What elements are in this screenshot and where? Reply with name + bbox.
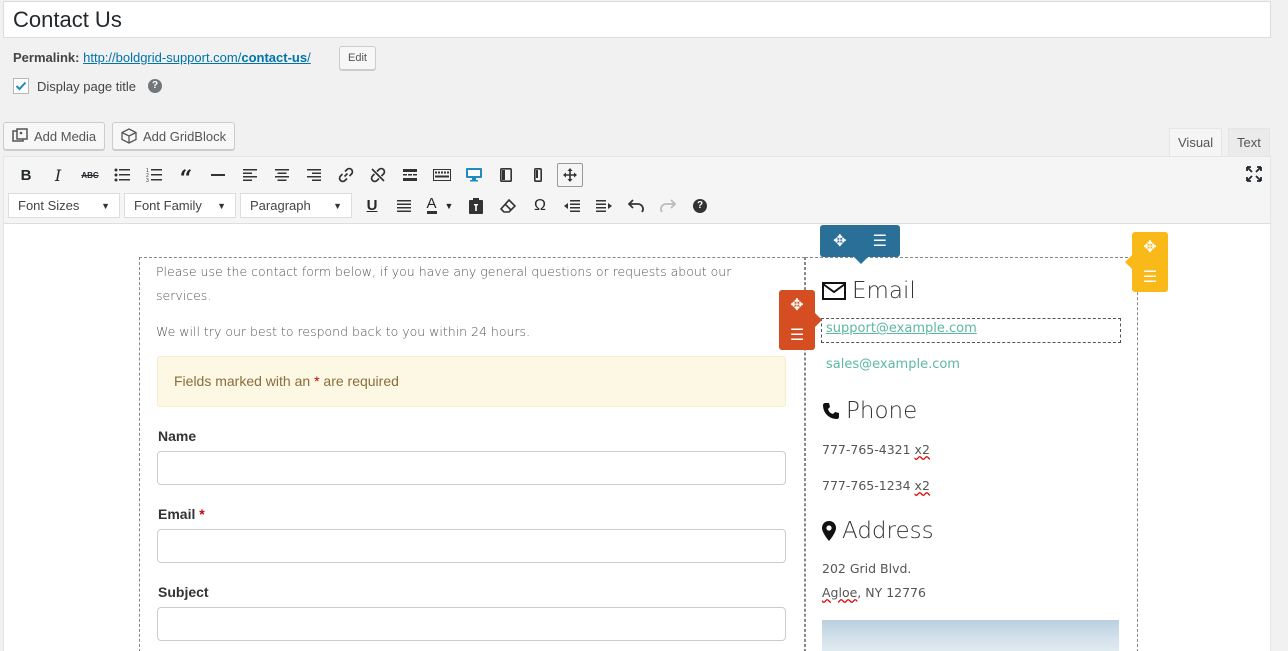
- edit-permalink-button[interactable]: Edit: [339, 46, 376, 70]
- text-color-icon[interactable]: A ▼: [420, 194, 460, 218]
- map-image: [822, 620, 1119, 651]
- redo-icon[interactable]: [652, 194, 684, 218]
- read-more-icon[interactable]: [394, 163, 426, 187]
- font-family-select[interactable]: Font Family ▼: [124, 193, 236, 218]
- content-controls[interactable]: ✥ ☰: [1125, 232, 1168, 292]
- underline-icon[interactable]: U: [356, 194, 388, 218]
- sales-email-link[interactable]: sales@example.com: [826, 357, 960, 372]
- help-icon[interactable]: ?: [148, 79, 162, 93]
- cube-icon: [121, 128, 137, 144]
- intro-text: Please use the contact form below, if yo…: [156, 264, 732, 279]
- fullscreen-icon[interactable]: [1246, 166, 1262, 186]
- display-title-label: Display page title: [37, 78, 136, 94]
- justify-icon[interactable]: [388, 194, 420, 218]
- address-city: Agloe, NY 12776: [822, 585, 926, 600]
- envelope-icon: [822, 282, 846, 300]
- paste-text-icon[interactable]: [460, 194, 492, 218]
- editor: B I ABC 123 “ Font Sizes ▼ Font Family ▼…: [3, 156, 1271, 651]
- phone-1: 777-765-4321 x2: [822, 442, 930, 457]
- menu-icon[interactable]: ☰: [1143, 267, 1157, 287]
- address-heading: Address: [822, 518, 934, 544]
- phone-2: 777-765-1234 x2: [822, 478, 930, 493]
- add-gridblock-button[interactable]: Add GridBlock: [112, 122, 236, 150]
- media-icon: [12, 128, 28, 142]
- menu-icon[interactable]: ☰: [873, 231, 887, 251]
- column-controls[interactable]: ✥ ☰: [779, 290, 822, 350]
- map-marker-icon: [822, 521, 836, 541]
- strikethrough-icon[interactable]: ABC: [74, 163, 106, 187]
- checkmark-icon: [15, 81, 27, 91]
- editor-toolbar: B I ABC 123 “ Font Sizes ▼ Font Family ▼…: [4, 157, 1270, 224]
- indent-icon[interactable]: [588, 194, 620, 218]
- numbered-list-icon[interactable]: 123: [138, 163, 170, 187]
- menu-icon[interactable]: ☰: [790, 325, 804, 345]
- subject-field[interactable]: [157, 607, 786, 641]
- subject-label: Subject: [158, 584, 209, 600]
- name-label: Name: [158, 428, 197, 444]
- bulleted-list-icon[interactable]: [106, 163, 138, 187]
- post-title-input[interactable]: [3, 1, 1271, 38]
- tablet-preview-icon[interactable]: [490, 163, 522, 187]
- email-heading: Email: [822, 278, 916, 304]
- clear-formatting-icon[interactable]: [492, 194, 524, 218]
- undo-icon[interactable]: [620, 194, 652, 218]
- editor-content[interactable]: Please use the contact form below, if yo…: [4, 225, 1270, 651]
- link-icon[interactable]: [330, 163, 362, 187]
- permalink-link[interactable]: http://boldgrid-support.com/contact-us/: [83, 50, 311, 65]
- horizontal-line-icon[interactable]: [202, 163, 234, 187]
- contact-info-column[interactable]: Email support@example.com sales@example.…: [805, 257, 1138, 651]
- required-notice: Fields marked with an * are required: [157, 356, 786, 407]
- align-center-icon[interactable]: [266, 163, 298, 187]
- add-media-button[interactable]: Add Media: [3, 122, 106, 150]
- toolbar-toggle-icon[interactable]: [426, 163, 458, 187]
- tab-visual[interactable]: Visual: [1169, 128, 1223, 157]
- font-sizes-select[interactable]: Font Sizes ▼: [8, 193, 120, 218]
- permalink: Permalink: http://boldgrid-support.com/c…: [13, 50, 311, 65]
- display-title-checkbox[interactable]: [13, 78, 29, 94]
- move-icon[interactable]: ✥: [790, 295, 803, 315]
- phone-heading: Phone: [822, 398, 917, 424]
- intro-text-cont: services.: [156, 288, 212, 303]
- outdent-icon[interactable]: [556, 194, 588, 218]
- blockquote-icon[interactable]: “: [170, 163, 202, 190]
- contact-form-column[interactable]: Please use the contact form below, if yo…: [139, 257, 805, 651]
- align-left-icon[interactable]: [234, 163, 266, 187]
- special-character-icon[interactable]: Ω: [524, 194, 556, 218]
- respond-text: We will try our best to respond back to …: [156, 324, 531, 339]
- email-field[interactable]: [157, 529, 786, 563]
- email-label: Email *: [158, 506, 205, 522]
- move-icon[interactable]: ✥: [833, 231, 846, 251]
- svg-text:3: 3: [146, 178, 149, 182]
- desktop-preview-icon[interactable]: [458, 163, 490, 187]
- display-title-option: Display page title ?: [13, 78, 162, 94]
- address-line1: 202 Grid Blvd.: [822, 561, 912, 576]
- drag-move-icon[interactable]: [557, 163, 583, 187]
- align-right-icon[interactable]: [298, 163, 330, 187]
- italic-icon[interactable]: I: [42, 163, 74, 187]
- move-icon[interactable]: ✥: [1143, 237, 1156, 257]
- name-field[interactable]: [157, 451, 786, 485]
- phone-icon: [823, 403, 839, 419]
- paragraph-format-select[interactable]: Paragraph ▼: [240, 193, 352, 218]
- tab-text[interactable]: Text: [1228, 128, 1270, 157]
- unlink-icon[interactable]: [362, 163, 394, 187]
- phone-preview-icon[interactable]: [522, 163, 554, 187]
- row-controls[interactable]: ✥ ☰: [820, 225, 900, 264]
- support-email-link[interactable]: support@example.com: [826, 321, 977, 336]
- permalink-label: Permalink:: [13, 50, 80, 65]
- bold-icon[interactable]: B: [10, 163, 42, 187]
- keyboard-help-icon[interactable]: ?: [684, 194, 716, 218]
